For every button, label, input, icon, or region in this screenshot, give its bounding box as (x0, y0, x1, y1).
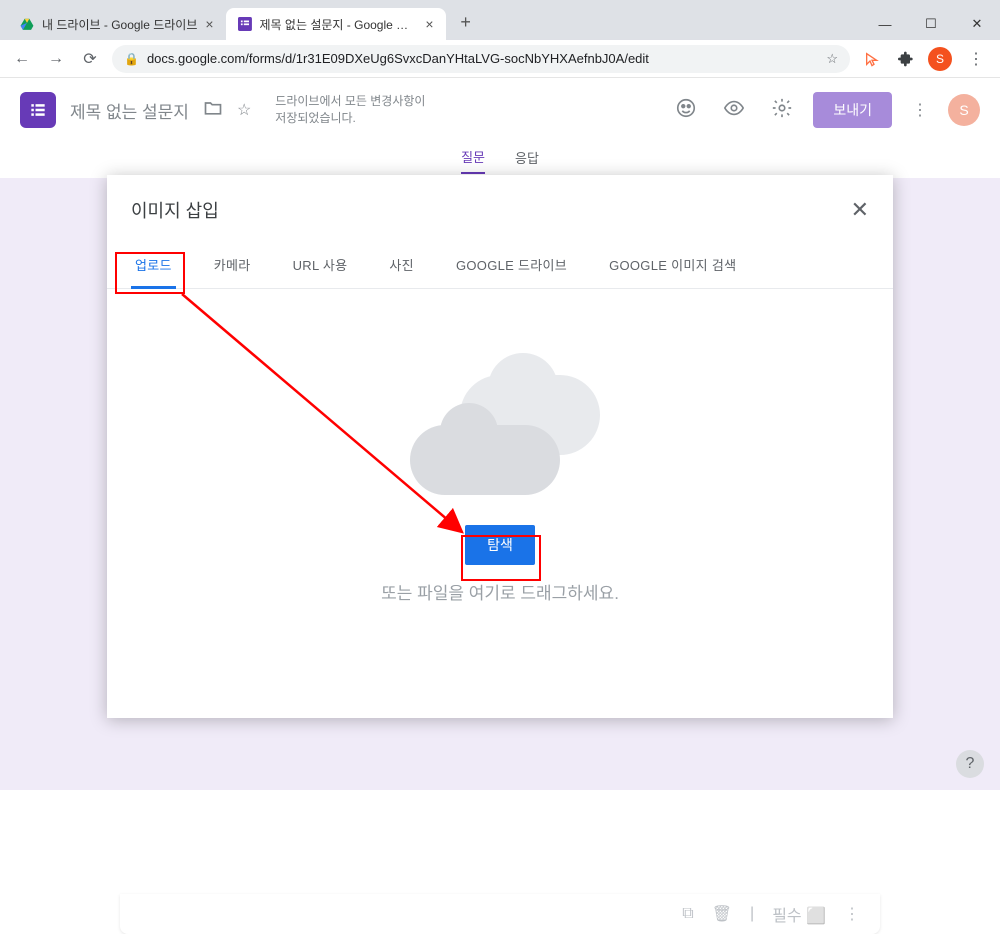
help-button[interactable]: ? (956, 750, 984, 778)
save-status: 드라이브에서 모든 변경사항이 저장되었습니다. (275, 93, 435, 127)
browser-menu-icon[interactable]: ⋮ (962, 49, 990, 69)
cursor-extension-icon[interactable] (860, 47, 884, 71)
tab-title: 제목 없는 설문지 - Google 설문 (260, 16, 418, 33)
delete-icon[interactable]: 🗑 (712, 904, 732, 924)
browser-tabs: 내 드라이브 - Google 드라이브 × 제목 없는 설문지 - Googl… (8, 8, 480, 40)
close-icon[interactable]: × (205, 16, 213, 32)
dialog-tabs: 업로드 카메라 URL 사용 사진 GOOGLE 드라이브 GOOGLE 이미지… (107, 237, 893, 289)
extensions-icon[interactable] (894, 47, 918, 71)
settings-icon[interactable] (765, 91, 799, 130)
cloud-icon (400, 375, 600, 495)
drag-hint-text: 또는 파일을 여기로 드래그하세요. (381, 579, 619, 604)
tab-image-search[interactable]: GOOGLE 이미지 검색 (605, 247, 740, 288)
address-bar: ← → ⟳ 🔒 docs.google.com/forms/d/1r31E09D… (0, 40, 1000, 78)
url-text: docs.google.com/forms/d/1r31E09DXeUg6Svx… (147, 51, 818, 66)
tab-camera[interactable]: 카메라 (210, 247, 255, 288)
close-icon[interactable]: ✕ (851, 197, 869, 223)
form-tabs: 질문 응답 (0, 142, 1000, 178)
forward-button[interactable]: → (44, 47, 68, 71)
reload-button[interactable]: ⟳ (78, 47, 102, 71)
tab-questions[interactable]: 질문 (461, 147, 485, 174)
theme-icon[interactable] (669, 91, 703, 130)
close-window-button[interactable]: ✕ (954, 8, 1000, 40)
options-icon[interactable]: ⋮ (844, 904, 860, 924)
tab-drive[interactable]: GOOGLE 드라이브 (452, 247, 571, 288)
forms-icon (238, 17, 252, 31)
drive-icon (20, 17, 34, 31)
tab-upload[interactable]: 업로드 (131, 247, 176, 289)
minimize-button[interactable]: — (862, 8, 908, 40)
dialog-header: 이미지 삽입 ✕ (107, 175, 893, 237)
question-toolbar: ⧉ 🗑 | 필수 ⬜ ⋮ (120, 894, 880, 934)
back-button[interactable]: ← (10, 47, 34, 71)
send-button[interactable]: 보내기 (813, 92, 892, 128)
browse-button[interactable]: 탐색 (465, 525, 535, 565)
close-icon[interactable]: × (425, 16, 433, 32)
maximize-button[interactable]: ☐ (908, 8, 954, 40)
lock-icon: 🔒 (124, 52, 139, 66)
browser-tab-drive[interactable]: 내 드라이브 - Google 드라이브 × (8, 8, 226, 40)
window-controls: — ☐ ✕ (862, 8, 1000, 40)
form-title[interactable]: 제목 없는 설문지 (70, 98, 189, 123)
tab-title: 내 드라이브 - Google 드라이브 (42, 16, 197, 33)
tab-url[interactable]: URL 사용 (289, 247, 352, 288)
star-icon[interactable]: ☆ (237, 100, 251, 120)
new-tab-button[interactable]: + (452, 8, 480, 36)
forms-header: 제목 없는 설문지 ☆ 드라이브에서 모든 변경사항이 저장되었습니다. 보내기… (0, 78, 1000, 142)
preview-icon[interactable] (717, 91, 751, 130)
more-icon[interactable]: ⋮ (906, 94, 934, 126)
insert-image-dialog: 이미지 삽입 ✕ 업로드 카메라 URL 사용 사진 GOOGLE 드라이브 G… (107, 175, 893, 718)
tab-responses[interactable]: 응답 (515, 148, 539, 173)
copy-icon[interactable]: ⧉ (682, 905, 693, 923)
folder-icon[interactable] (203, 98, 223, 123)
profile-avatar[interactable]: S (928, 47, 952, 71)
forms-logo-icon[interactable] (20, 92, 56, 128)
bookmark-star-icon[interactable]: ☆ (826, 51, 838, 67)
account-avatar[interactable]: S (948, 94, 980, 126)
url-field[interactable]: 🔒 docs.google.com/forms/d/1r31E09DXeUg6S… (112, 45, 850, 73)
tab-photos[interactable]: 사진 (385, 247, 418, 288)
upload-dropzone[interactable]: 탐색 또는 파일을 여기로 드래그하세요. (107, 289, 893, 689)
divider: | (750, 905, 754, 923)
browser-titlebar: 내 드라이브 - Google 드라이브 × 제목 없는 설문지 - Googl… (0, 0, 1000, 40)
dialog-title: 이미지 삽입 (131, 197, 219, 223)
required-toggle[interactable]: 필수 ⬜ (772, 902, 826, 926)
browser-tab-forms[interactable]: 제목 없는 설문지 - Google 설문 × (226, 8, 446, 40)
